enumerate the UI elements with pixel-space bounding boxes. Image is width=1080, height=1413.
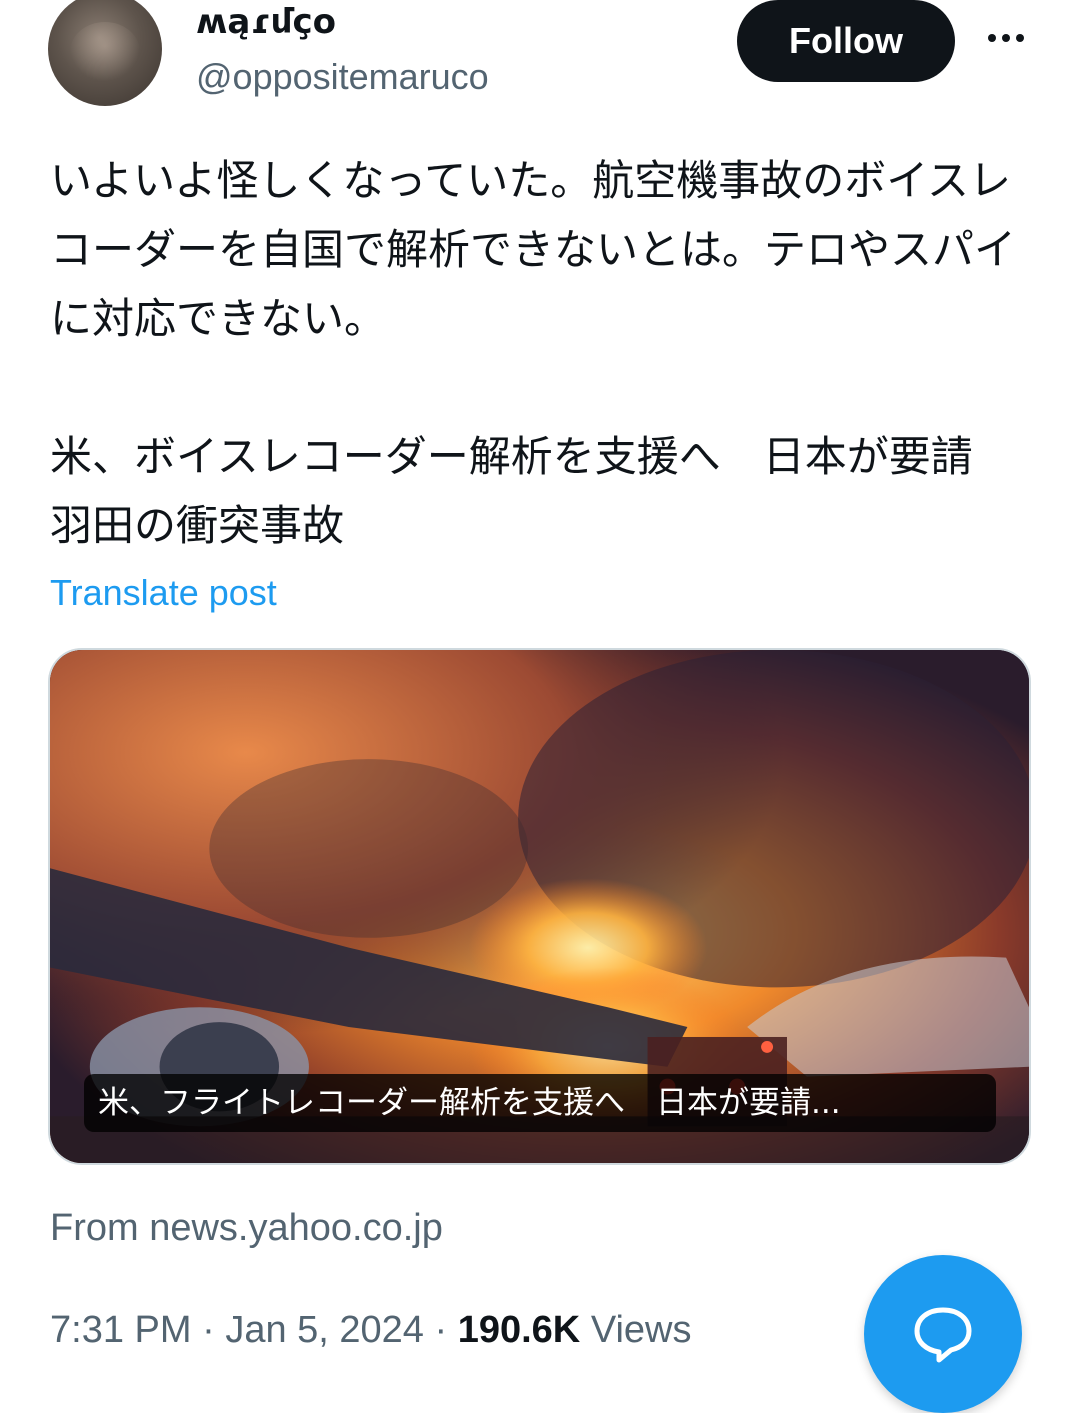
- author-display-name[interactable]: ʍąɾմçօ: [196, 0, 334, 44]
- chat-bubble-icon: [914, 1307, 972, 1363]
- tweet-meta: 7:31 PM · Jan 5, 2024 · 190.6K Views: [50, 1304, 692, 1356]
- tweet-time[interactable]: 7:31 PM: [50, 1309, 192, 1351]
- card-source[interactable]: From news.yahoo.co.jp: [50, 1204, 443, 1252]
- views-label: Views: [590, 1309, 692, 1351]
- chat-bubble-fab[interactable]: [864, 1255, 1022, 1413]
- tweet-date[interactable]: Jan 5, 2024: [225, 1309, 424, 1351]
- translate-post-link[interactable]: Translate post: [50, 570, 277, 616]
- link-card[interactable]: 米、フライトレコーダー解析を支援へ 日本が要請...: [48, 648, 1031, 1165]
- dot: [1002, 34, 1010, 42]
- views-count: 190.6K: [457, 1309, 581, 1351]
- author-handle[interactable]: @oppositemaruco: [196, 54, 489, 100]
- meta-separator: ·: [202, 1309, 226, 1351]
- more-options-icon[interactable]: [982, 18, 1030, 58]
- follow-button[interactable]: Follow: [737, 0, 955, 82]
- meta-separator: ·: [434, 1309, 458, 1351]
- author-avatar[interactable]: [48, 0, 162, 106]
- card-caption: 米、フライトレコーダー解析を支援へ 日本が要請...: [84, 1074, 996, 1132]
- tweet-text: いよいよ怪しくなっていた。航空機事故のボイスレコーダーを自国で解析できないとは。…: [50, 156, 1017, 550]
- dot: [1016, 34, 1024, 42]
- dot: [988, 34, 996, 42]
